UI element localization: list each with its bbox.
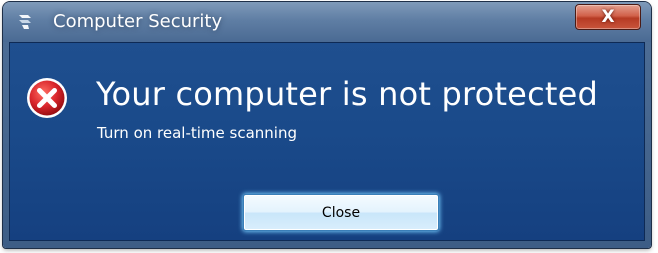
dialog-content: Your computer is not protected Turn on r… <box>9 42 645 241</box>
window-title: Computer Security <box>53 11 223 32</box>
status-headline: Your computer is not protected <box>96 75 599 113</box>
title-bar[interactable]: Computer Security X <box>3 2 651 42</box>
security-dialog-window: Computer Security X Your computer is not… <box>3 2 651 248</box>
status-subline: Turn on real-time scanning <box>97 124 297 142</box>
window-close-button[interactable]: X <box>575 4 641 30</box>
security-shield-icon <box>19 15 31 29</box>
error-icon <box>27 78 67 118</box>
close-button[interactable]: Close <box>243 194 439 231</box>
